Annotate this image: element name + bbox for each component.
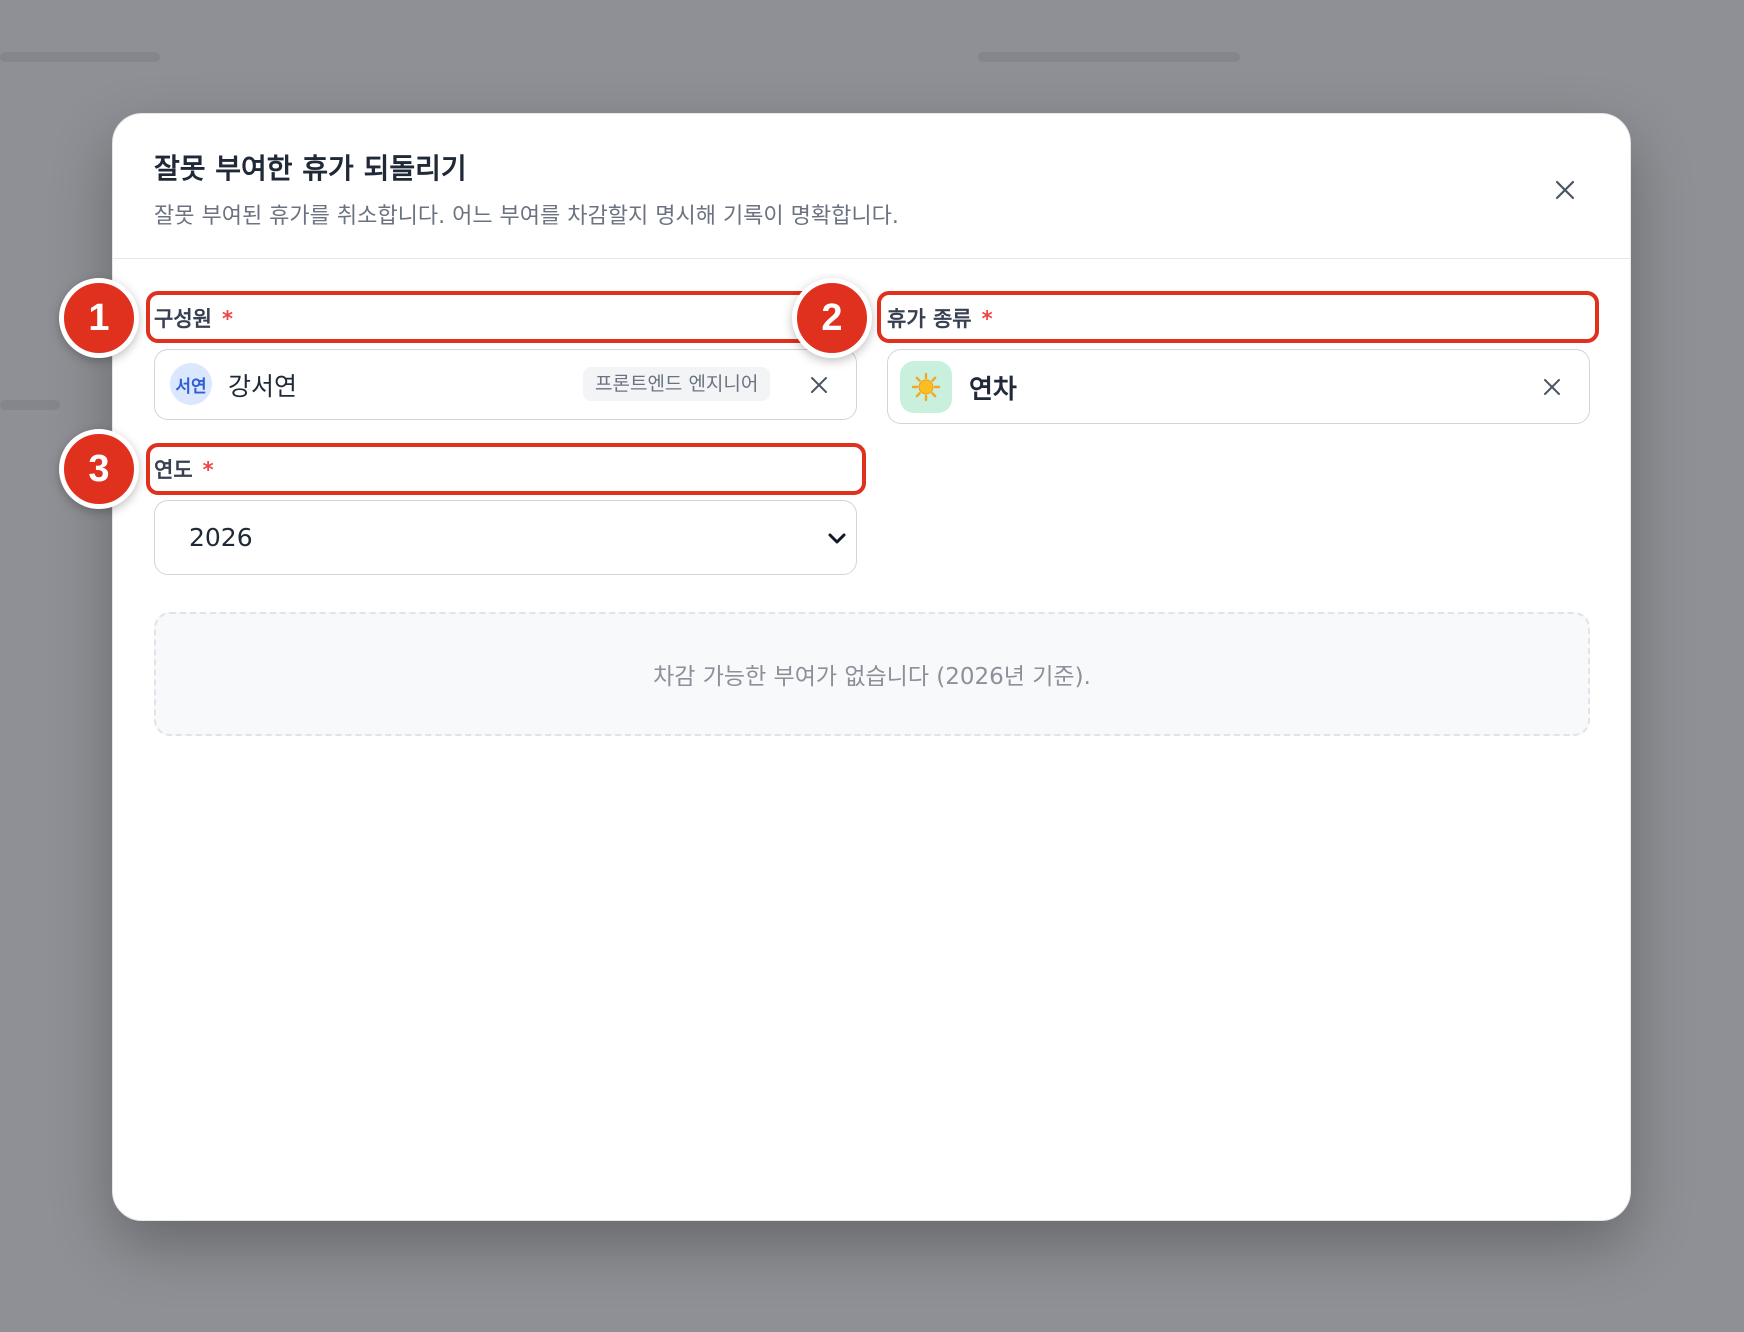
sun-icon	[900, 361, 952, 413]
close-icon	[811, 377, 827, 393]
revert-leave-dialog: 잘못 부여한 휴가 되돌리기 잘못 부여된 휴가를 취소합니다. 어느 부여를 …	[112, 113, 1631, 1221]
year-value: 2026	[189, 523, 253, 552]
close-button[interactable]	[1547, 172, 1583, 208]
step-badge-2: 2	[792, 278, 872, 358]
leave-type-select[interactable]: 연차	[887, 349, 1590, 424]
empty-state-message: 차감 가능한 부여가 없습니다 (2026년 기준).	[653, 664, 1091, 690]
backdrop-text	[0, 52, 160, 62]
member-name: 강서연	[228, 372, 298, 401]
leave-type-value: 연차	[969, 375, 1017, 405]
highlight-leave-type-label	[877, 291, 1599, 343]
dialog-subtitle: 잘못 부여된 휴가를 취소합니다. 어느 부여를 차감할지 명시해 기록이 명확…	[154, 204, 899, 229]
role-badge: 프론트엔드 엔지니어	[583, 367, 771, 401]
clear-leave-type-button[interactable]	[1537, 372, 1567, 402]
dialog-title: 잘못 부여한 휴가 되돌리기	[154, 152, 467, 185]
step-badge-1: 1	[59, 278, 139, 358]
dialog-header: 잘못 부여한 휴가 되돌리기 잘못 부여된 휴가를 취소합니다. 어느 부여를 …	[113, 114, 1630, 259]
step-badge-3: 3	[59, 429, 139, 509]
member-select[interactable]: 서연 강서연 프론트엔드 엔지니어	[154, 349, 857, 420]
close-icon	[1544, 379, 1560, 395]
highlight-member-label	[146, 291, 864, 343]
backdrop-text	[978, 52, 1240, 62]
empty-state: 차감 가능한 부여가 없습니다 (2026년 기준).	[154, 612, 1590, 736]
highlight-year-label	[146, 443, 866, 495]
year-select[interactable]: 2026	[154, 500, 857, 575]
sun-glyph	[911, 372, 941, 402]
chevron-down-icon	[828, 533, 846, 544]
avatar: 서연	[170, 363, 212, 405]
close-icon	[1555, 180, 1575, 200]
backdrop-text	[0, 400, 60, 410]
clear-member-button[interactable]	[804, 370, 834, 400]
